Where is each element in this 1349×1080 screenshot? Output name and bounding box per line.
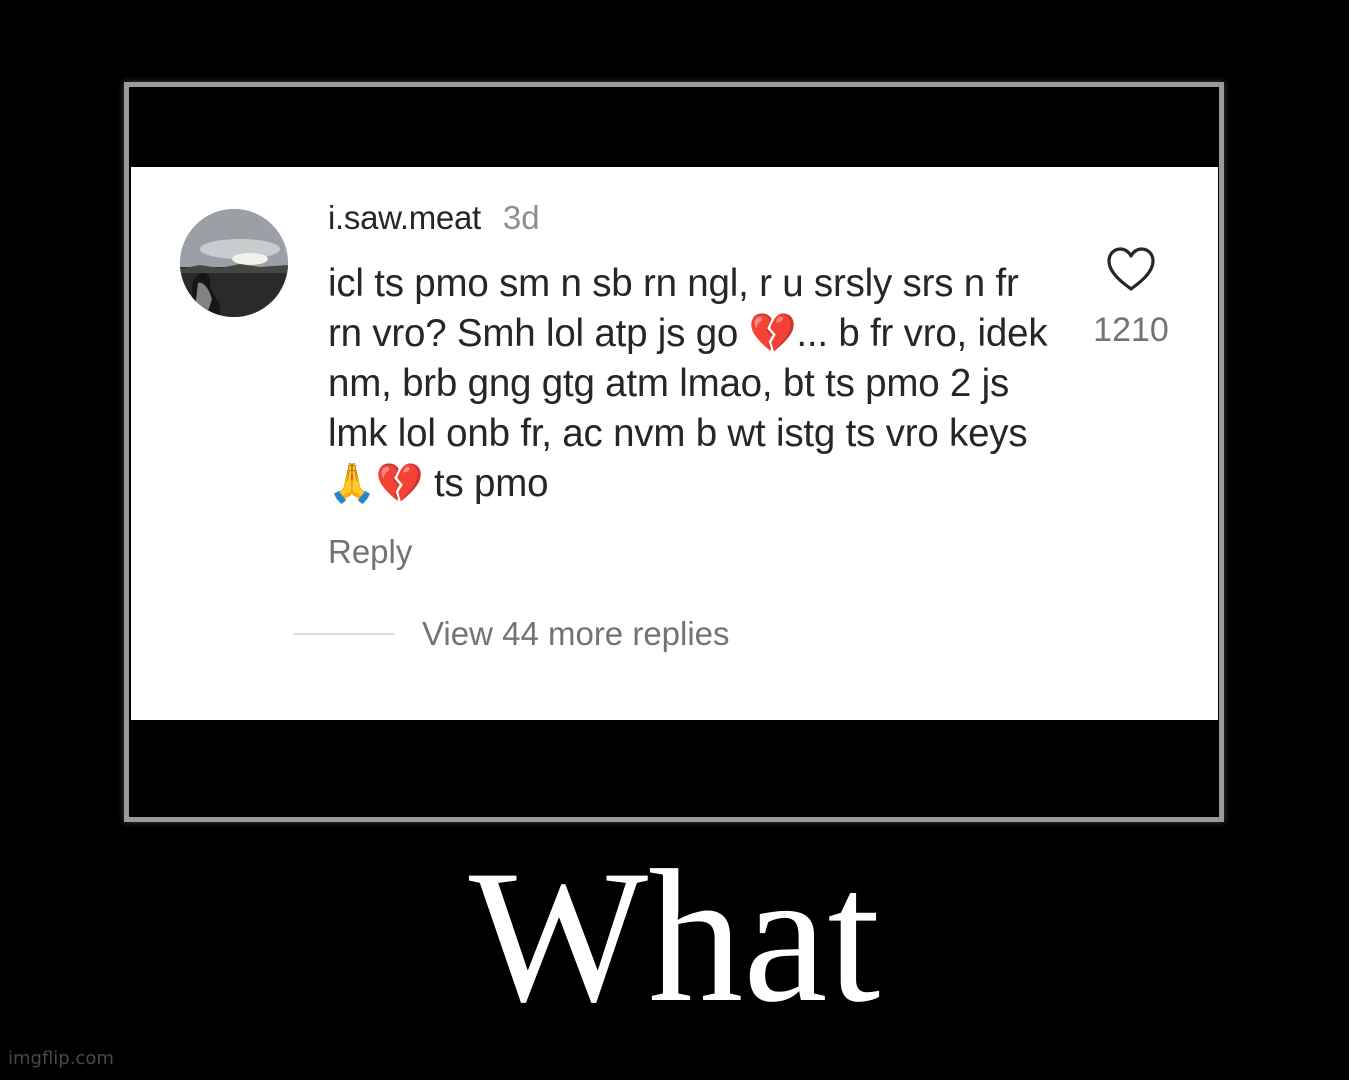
profile-photo-sunset-icon [180,209,288,317]
view-replies-button[interactable]: View 44 more replies [294,615,730,653]
comment-card: i.saw.meat 3d icl ts pmo sm n sb rn ngl,… [131,167,1218,720]
reply-button[interactable]: Reply [328,533,412,571]
comment-meta: i.saw.meat 3d [328,199,1048,245]
watermark: imgflip.com [8,1048,114,1069]
poster-caption: What [468,832,881,1042]
comment-body: i.saw.meat 3d icl ts pmo sm n sb rn ngl,… [328,199,1048,571]
username[interactable]: i.saw.meat [328,199,481,237]
comment-text: icl ts pmo sm n sb rn ngl, r u srsly srs… [328,262,1048,505]
avatar[interactable] [180,209,288,317]
view-replies-label: View 44 more replies [422,615,730,652]
replies-divider [294,633,394,635]
heart-outline-icon[interactable] [1105,245,1157,293]
like-count: 1210 [1093,311,1169,349]
comment-time: 3d [502,199,540,236]
like-area: 1210 [1086,245,1176,350]
